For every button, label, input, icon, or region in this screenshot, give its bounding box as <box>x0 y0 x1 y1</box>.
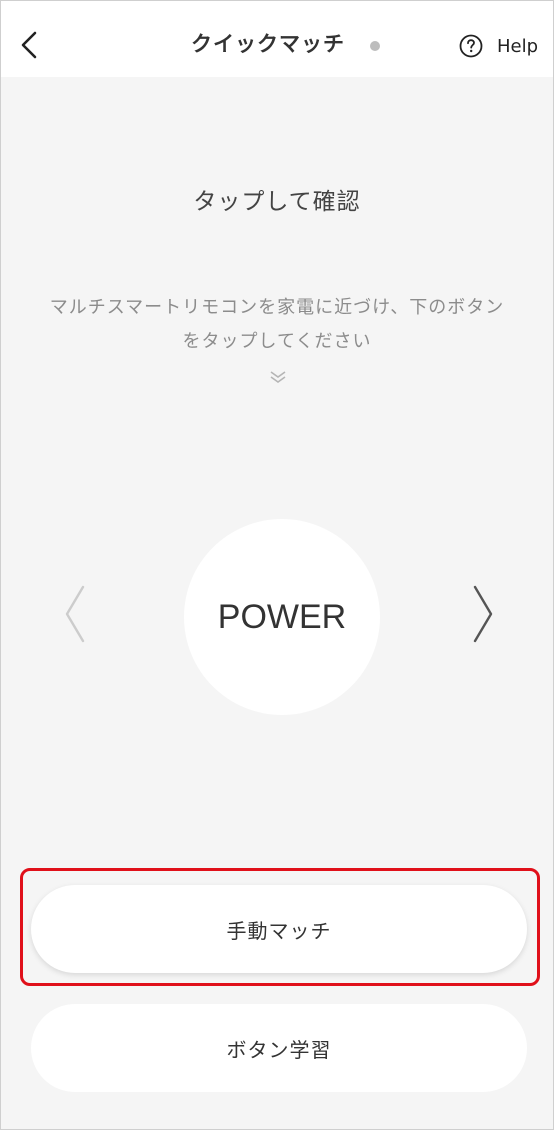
chevron-right-thin-icon <box>473 585 493 643</box>
button-learning-button[interactable]: ボタン学習 <box>31 1004 527 1092</box>
question-circle-icon <box>459 34 483 58</box>
power-key-label: POWER <box>217 597 347 636</box>
chevron-left-icon <box>21 31 37 59</box>
power-key-button[interactable]: POWER <box>184 519 380 715</box>
heading: タップして確認 <box>193 189 361 215</box>
navigation-bar: クイックマッチ Help <box>1 1 553 77</box>
help-label: Help <box>497 35 539 57</box>
status-dot <box>370 41 380 51</box>
next-key-button[interactable] <box>467 583 499 645</box>
quick-match-screen: クイックマッチ Help タップして確認 マルチスマートリモコンを家電に近づけ、… <box>0 0 554 1130</box>
double-chevron-down-icon <box>270 371 286 383</box>
instruction-text: マルチスマートリモコンを家電に近づけ、下のボタンをタップしてください <box>49 297 505 352</box>
chevron-left-thin-icon <box>65 585 85 643</box>
help-button[interactable]: Help <box>459 31 538 61</box>
back-button[interactable] <box>13 27 49 63</box>
previous-key-button[interactable] <box>59 583 91 645</box>
page-title: クイックマッチ <box>191 32 345 56</box>
manual-match-button[interactable]: 手動マッチ <box>31 885 527 973</box>
